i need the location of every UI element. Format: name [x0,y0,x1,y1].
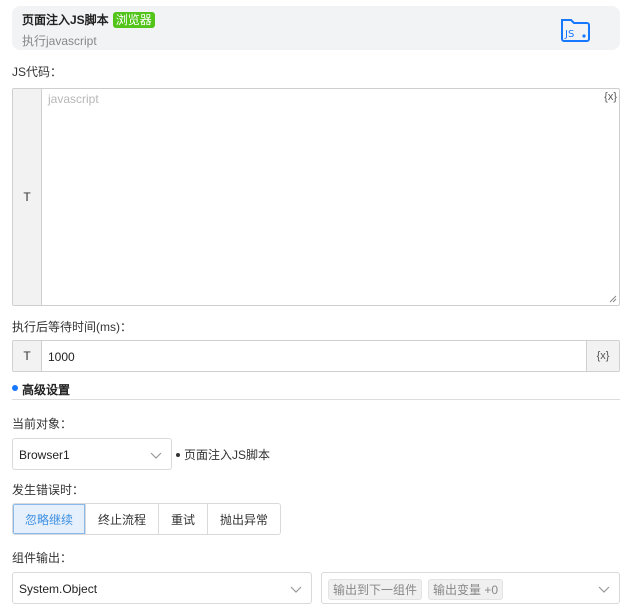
component-header: 页面注入JS脚本 浏览器 执行javascript JS [12,6,620,50]
on-error-options: 忽略继续 终止流程 重试 抛出异常 [12,503,282,535]
output-type-select[interactable]: System.Object [12,572,312,604]
text-type-prefix[interactable]: T [13,89,42,305]
output-next-chip[interactable]: 输出到下一组件 [328,579,423,600]
output-type-value: System.Object [19,582,98,596]
current-object-value: Browser1 [19,448,70,462]
text-type-prefix[interactable]: T [13,341,42,371]
output-chips: 输出到下一组件 输出变量 +0 [328,579,509,600]
js-code-label: JS代码： [12,65,63,79]
component-output-label: 组件输出： [12,551,73,565]
retry-button[interactable]: 重试 [159,504,209,534]
browser-tag: 浏览器 [112,11,155,28]
current-object-select[interactable]: Browser1 [12,438,172,470]
js-code-placeholder: javascript [48,92,99,106]
stop-flow-button[interactable]: 终止流程 [86,504,160,534]
resize-handle-icon[interactable] [609,295,617,303]
section-dot-icon [12,385,18,391]
advanced-settings-title: 高级设置 [22,383,71,397]
header-title-row: 页面注入JS脚本 浏览器 [22,11,155,28]
output-target-select[interactable]: 输出到下一组件 输出变量 +0 [321,572,620,604]
js-folder-icon: JS [561,19,590,42]
advanced-settings-header[interactable]: 高级设置 [12,380,620,400]
js-code-editor[interactable]: T javascript {x} [12,88,620,306]
on-error-label: 发生错误时： [12,483,85,497]
output-variable-chip[interactable]: 输出变量 +0 [428,579,504,600]
ignore-continue-button[interactable]: 忽略继续 [13,504,87,534]
component-subtitle: 执行javascript [22,34,97,48]
current-object-note: 页面注入JS脚本 [176,446,270,463]
current-object-label: 当前对象： [12,417,73,431]
bullet-icon [176,452,180,457]
chevron-down-icon [598,586,610,593]
wait-time-input[interactable]: T 1000 {x} [12,340,620,372]
wait-time-label: 执行后等待时间(ms)： [12,320,132,334]
chevron-down-icon [150,452,162,459]
current-object-note-text: 页面注入JS脚本 [184,448,271,462]
throw-exception-button[interactable]: 抛出异常 [208,504,281,534]
chevron-down-icon [290,586,302,593]
insert-variable-button[interactable]: {x} [604,91,617,103]
svg-text:JS: JS [564,29,574,40]
component-title: 页面注入JS脚本 [22,13,109,27]
insert-variable-button[interactable]: {x} [586,341,619,371]
wait-time-value[interactable]: 1000 [48,350,75,364]
